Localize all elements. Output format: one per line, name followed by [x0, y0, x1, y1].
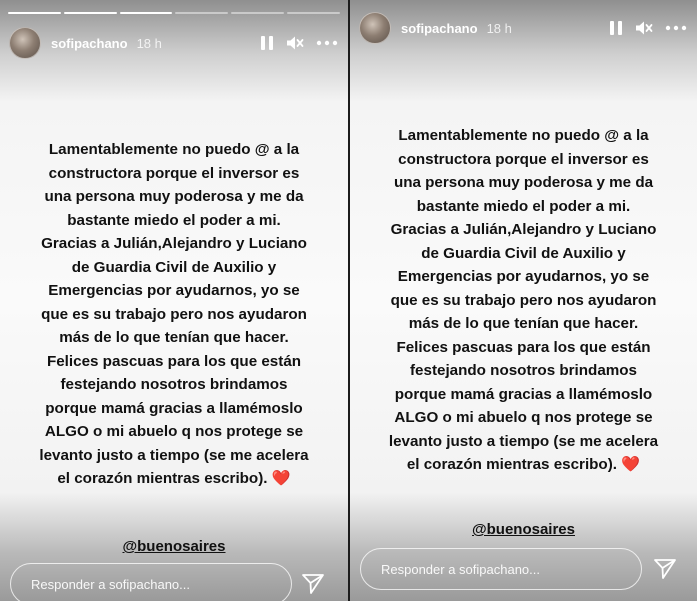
progress-segment	[63, 12, 117, 14]
story-header: sofipachano 18 h	[9, 27, 338, 59]
story-caption: Lamentablemente no puedo @ a la construc…	[350, 124, 697, 477]
story-caption-text: Lamentablemente no puedo @ a la construc…	[39, 141, 309, 487]
reply-placeholder: Responder a sofipachano...	[381, 561, 540, 577]
reply-input[interactable]: Responder a sofipachano...	[360, 548, 642, 590]
story-caption: Lamentablemente no puedo @ a la construc…	[0, 138, 348, 491]
paper-plane-send-icon[interactable]	[652, 556, 678, 582]
story-controls	[260, 35, 338, 51]
story-username[interactable]: sofipachano	[401, 21, 478, 36]
pause-icon[interactable]	[260, 35, 274, 51]
reply-input[interactable]: Responder a sofipachano...	[10, 563, 292, 601]
speaker-muted-icon[interactable]	[286, 35, 304, 51]
heart-emoji: ❤️	[621, 456, 641, 473]
story-controls	[609, 20, 687, 36]
story-username[interactable]: sofipachano	[51, 36, 128, 51]
story-time: 18 h	[486, 20, 512, 36]
heart-emoji: ❤️	[271, 470, 291, 487]
progress-segment	[231, 12, 285, 14]
progress-segment	[119, 12, 173, 14]
story-header: sofipachano 18 h	[359, 12, 687, 44]
avatar[interactable]	[9, 27, 41, 59]
speaker-muted-icon[interactable]	[635, 20, 653, 36]
reply-placeholder: Responder a sofipachano...	[31, 576, 190, 592]
progress-segment	[8, 12, 61, 14]
progress-segment	[287, 12, 340, 14]
avatar[interactable]	[359, 12, 391, 44]
pause-icon[interactable]	[609, 20, 623, 36]
progress-segment	[175, 12, 229, 14]
mention-sticker[interactable]: @buenosaires	[0, 538, 348, 555]
story-caption-text: Lamentablemente no puedo @ a la construc…	[388, 127, 659, 473]
story-time: 18 h	[136, 35, 162, 51]
story-panel-left: sofipachano 18 h Lamentablemente no pued…	[0, 0, 348, 601]
paper-plane-send-icon[interactable]	[300, 571, 326, 597]
story-panel-right: sofipachano 18 h Lamentablemente no pued…	[350, 0, 697, 601]
more-horizontal-icon[interactable]	[665, 25, 687, 31]
more-horizontal-icon[interactable]	[316, 40, 338, 46]
story-progress-bar	[8, 12, 340, 14]
mention-sticker[interactable]: @buenosaires	[350, 521, 697, 538]
